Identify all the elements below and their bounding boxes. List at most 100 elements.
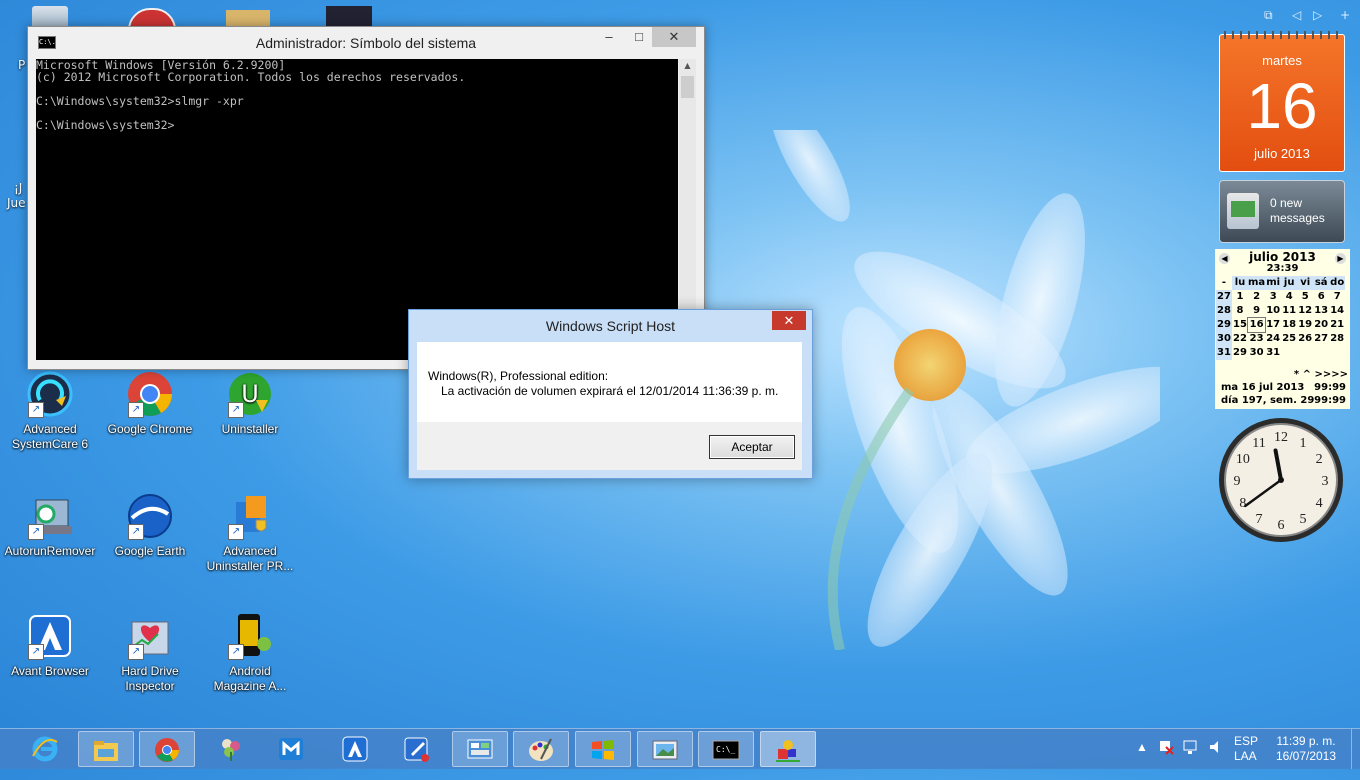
day-cell[interactable] [1281, 346, 1297, 360]
network-icon[interactable] [1182, 739, 1200, 779]
desktop-partial-label: ¡J [14, 181, 23, 195]
taskbar-app-file-explorer[interactable] [78, 731, 134, 767]
clock-gadget[interactable]: 1234567891011 12 [1217, 416, 1345, 544]
weekday-cell: - [1216, 276, 1232, 290]
minimize-button[interactable]: – [594, 27, 624, 47]
day-cell[interactable]: 24 [1265, 332, 1281, 346]
day-cell[interactable]: 25 [1281, 332, 1297, 346]
taskbar-app-cmd[interactable]: C:\_ [698, 731, 754, 767]
mini-calendar-value1: 99:99 [1314, 382, 1346, 393]
mini-calendar-nav-line[interactable]: * ^ >>>> [1294, 369, 1348, 380]
day-cell[interactable]: 12 [1297, 304, 1313, 318]
taskbar-app-flower[interactable] [204, 731, 260, 767]
day-cell[interactable]: 3 [1265, 290, 1281, 304]
taskbar-app-avant-browser[interactable] [328, 731, 384, 767]
day-cell[interactable]: 19 [1297, 318, 1313, 332]
desktop-icon-android-magazine[interactable]: ↗ Android Magazine A... [202, 612, 298, 694]
uninstaller-icon: U ↗ [226, 370, 274, 418]
calendar-weekday: martes [1262, 53, 1302, 68]
day-cell[interactable]: 30 [1248, 346, 1265, 360]
chrome-icon [155, 738, 179, 762]
day-cell[interactable]: 26 [1297, 332, 1313, 346]
desktop-icon-partial[interactable] [32, 6, 68, 28]
day-cell[interactable]: 20 [1313, 318, 1329, 332]
day-cell[interactable]: 4 [1281, 290, 1297, 304]
language-code: ESP [1234, 734, 1259, 748]
taskbar-app-internet-explorer[interactable] [18, 731, 74, 767]
gadget-add-icon[interactable]: + [1340, 8, 1350, 22]
desktop-icon-advanced-uninstaller[interactable]: ↗ Advanced Uninstaller PR... [202, 492, 298, 574]
desktop-icon-label: Advanced Uninstaller PR... [206, 544, 294, 573]
gadget-toggle-icon[interactable]: ⧉ [1264, 8, 1273, 23]
taskbar-app-photo-viewer[interactable] [637, 731, 693, 767]
day-cell[interactable]: 2 [1248, 290, 1265, 304]
day-cell[interactable] [1329, 346, 1345, 360]
dialog-message-line1: Windows(R), Professional edition: [428, 369, 609, 383]
gadget-next-icon[interactable]: ▷ [1313, 8, 1322, 22]
mail-gadget[interactable]: 0 new messages [1219, 180, 1345, 243]
mini-calendar-gadget[interactable]: ◀ julio 2013 ▶ 23:39 - lu ma mi ju vi sá… [1215, 249, 1350, 409]
day-cell[interactable]: 22 [1232, 332, 1248, 346]
clock-numeral: 4 [1316, 496, 1323, 511]
maximize-button[interactable]: □ [624, 27, 654, 47]
system-clock[interactable]: 11:39 p. m. 16/07/2013 [1270, 734, 1342, 774]
day-cell[interactable]: 9 [1248, 304, 1265, 318]
calendar-gadget[interactable]: martes 16 julio 2013 [1219, 31, 1345, 172]
desktop-icon-avant-browser[interactable]: ↗ Avant Browser [2, 612, 98, 679]
day-cell[interactable]: 18 [1281, 318, 1297, 332]
day-cell[interactable]: 15 [1232, 318, 1248, 332]
script-host-dialog[interactable]: Windows Script Host ✕ Windows(R), Profes… [408, 309, 813, 479]
day-cell[interactable]: 5 [1297, 290, 1313, 304]
taskbar-app-paint[interactable] [513, 731, 569, 767]
day-cell[interactable]: 27 [1313, 332, 1329, 346]
cmd-titlebar[interactable]: C:\. Administrador: Símbolo del sistema … [28, 27, 704, 57]
taskbar-app-maxthon[interactable] [264, 731, 320, 767]
scroll-thumb[interactable] [681, 76, 694, 98]
day-cell[interactable]: 7 [1329, 290, 1345, 304]
day-cell[interactable]: 17 [1265, 318, 1281, 332]
day-cell[interactable]: 11 [1281, 304, 1297, 318]
day-cell[interactable]: 23 [1248, 332, 1265, 346]
scroll-up-icon[interactable]: ▲ [679, 61, 696, 70]
language-indicator[interactable]: ESP LAA [1234, 734, 1258, 774]
taskbar-app-pen-tool[interactable] [390, 731, 446, 767]
clock-numeral: 1 [1300, 436, 1307, 451]
day-cell[interactable]: 28 [1329, 332, 1345, 346]
ok-button[interactable]: Aceptar [709, 435, 795, 459]
desktop-icon-systemcare[interactable]: ↗ Advanced SystemCare 6 [2, 370, 98, 452]
day-cell[interactable]: 13 [1313, 304, 1329, 318]
taskbar-app-control-panel[interactable] [452, 731, 508, 767]
day-cell[interactable]: 1 [1232, 290, 1248, 304]
desktop-icon-uninstaller[interactable]: U ↗ Uninstaller [202, 370, 298, 437]
day-cell[interactable]: 10 [1265, 304, 1281, 318]
show-hidden-icons-icon[interactable]: ▲ [1136, 740, 1148, 780]
action-center-icon[interactable] [1158, 739, 1174, 779]
day-cell[interactable]: 29 [1232, 346, 1248, 360]
week-number: 29 [1216, 318, 1232, 332]
close-button[interactable]: ✕ [652, 27, 696, 47]
day-cell[interactable]: 14 [1329, 304, 1345, 318]
desktop-icon-autorunremover[interactable]: ↗ AutorunRemover [2, 492, 98, 559]
taskbar-app-chrome[interactable] [139, 731, 195, 767]
desktop-icon-hdd-inspector[interactable]: ↗ Hard Drive Inspector [102, 612, 198, 694]
day-cell[interactable]: 6 [1313, 290, 1329, 304]
day-cell[interactable]: 21 [1329, 318, 1345, 332]
pen-tool-icon [404, 737, 429, 762]
desktop-icon-chrome[interactable]: ↗ Google Chrome [102, 370, 198, 437]
volume-icon[interactable] [1208, 739, 1224, 779]
chrome-icon: ↗ [126, 370, 174, 418]
desktop-icon-partial[interactable] [326, 6, 372, 28]
taskbar-app-windows[interactable] [575, 731, 631, 767]
taskbar-app-script-host[interactable] [760, 731, 816, 767]
day-cell[interactable] [1313, 346, 1329, 360]
gadget-prev-icon[interactable]: ◁ [1292, 8, 1301, 22]
photo-viewer-icon [652, 740, 678, 760]
day-cell[interactable]: 31 [1265, 346, 1281, 360]
show-desktop-button[interactable] [1351, 729, 1360, 769]
dialog-close-button[interactable]: ✕ [772, 311, 806, 330]
day-cell-today[interactable]: 16 [1246, 317, 1267, 333]
day-cell[interactable] [1297, 346, 1313, 360]
desktop-icon-label: Google Chrome [107, 422, 193, 436]
desktop-icon-google-earth[interactable]: ↗ Google Earth [102, 492, 198, 559]
day-cell[interactable]: 8 [1232, 304, 1248, 318]
